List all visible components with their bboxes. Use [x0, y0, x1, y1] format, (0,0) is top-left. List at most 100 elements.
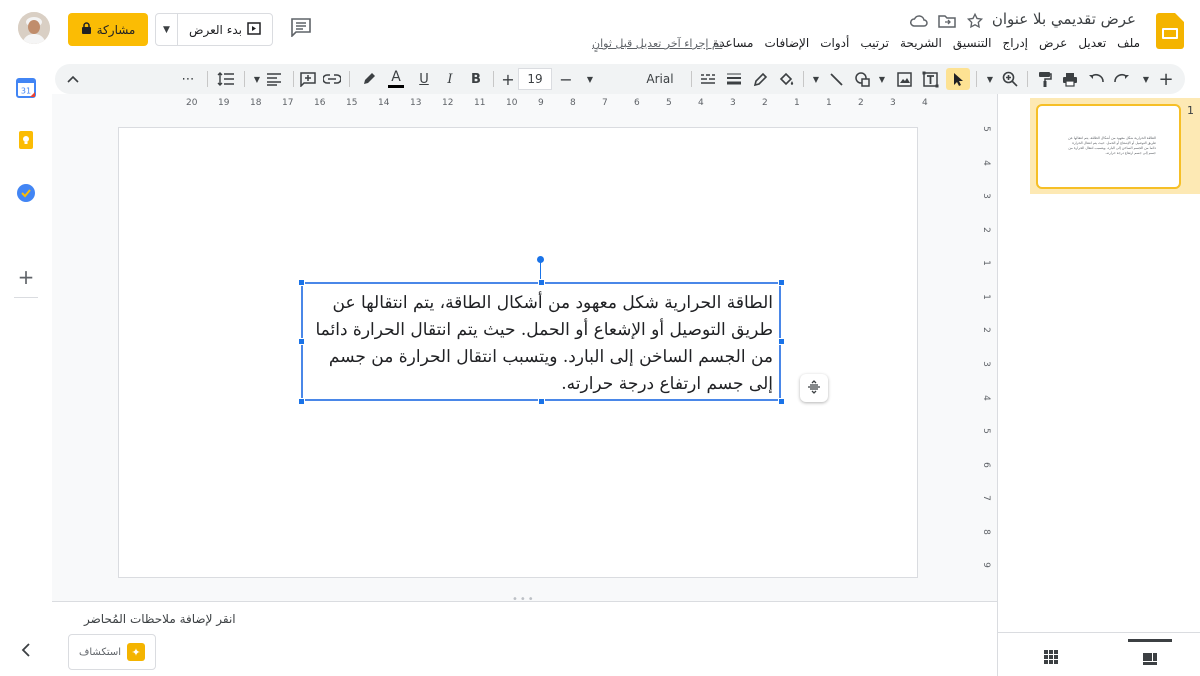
cloud-status-icon[interactable] — [909, 11, 929, 31]
text-color-icon[interactable]: A — [385, 68, 407, 90]
collapse-panel-icon[interactable] — [16, 642, 36, 662]
new-slide-dropdown-icon[interactable]: ▼ — [1139, 68, 1153, 90]
bold-icon[interactable]: B — [465, 68, 487, 90]
border-color-icon[interactable] — [749, 68, 771, 90]
resize-handle-top[interactable] — [538, 279, 545, 286]
autofit-icon — [807, 379, 821, 398]
italic-icon[interactable]: I — [439, 68, 461, 90]
ruler-tick-label: 6 — [634, 98, 640, 108]
resize-handle-top-left[interactable] — [298, 279, 305, 286]
comments-icon[interactable] — [290, 17, 314, 39]
text-box[interactable]: الطاقة الحرارية شكل معهود من أشكال الطاق… — [301, 282, 781, 401]
ruler-tick-label: 14 — [378, 98, 390, 108]
align-dropdown-icon[interactable]: ▼ — [250, 68, 264, 90]
speaker-notes[interactable]: انقر لإضافة ملاحظات المُحاضر استكشاف ✦ — [52, 602, 997, 676]
new-slide-icon[interactable]: + — [1155, 68, 1177, 90]
line-icon[interactable] — [825, 68, 847, 90]
rotation-handle[interactable] — [537, 256, 544, 263]
autofit-button[interactable] — [800, 374, 828, 402]
user-avatar[interactable] — [18, 12, 50, 44]
resize-handle-right[interactable] — [778, 338, 785, 345]
more-options-icon[interactable]: ⋯ — [177, 68, 199, 90]
horizontal-ruler[interactable]: 20 19 18 17 16 15 14 13 12 11 10 9 8 7 6 5 4 3 2 1 1 2 3 4 — [170, 96, 970, 112]
menu-slide[interactable]: الشريحة — [900, 36, 942, 50]
present-button[interactable]: بدء العرض — [178, 21, 272, 38]
zoom-dropdown-icon[interactable]: ▼ — [983, 68, 997, 90]
menu-insert[interactable]: إدراج — [1002, 36, 1028, 50]
font-family-select[interactable]: Arial — [635, 68, 685, 90]
resize-handle-left[interactable] — [298, 338, 305, 345]
underline-icon[interactable]: U — [413, 68, 435, 90]
ruler-tick-label: 5 — [666, 98, 672, 108]
menu-edit[interactable]: تعديل — [1078, 36, 1106, 50]
menu-file[interactable]: ملف — [1117, 36, 1140, 50]
menu-addons[interactable]: الإضافات — [764, 36, 809, 50]
border-dash-icon[interactable] — [697, 68, 719, 90]
redo-icon[interactable] — [1111, 68, 1133, 90]
calendar-icon[interactable]: 31 — [16, 78, 36, 98]
toolbar-divider — [293, 71, 294, 87]
decrease-font-size-icon[interactable]: − — [555, 68, 577, 90]
line-dropdown-icon[interactable]: ▼ — [809, 68, 823, 90]
keep-icon[interactable] — [16, 130, 36, 150]
slide-thumbnail[interactable]: الطاقة الحرارية شكل معهود من أشكال الطاق… — [1036, 104, 1181, 189]
slides-logo-icon[interactable] — [1156, 13, 1184, 49]
align-icon[interactable] — [263, 68, 285, 90]
last-edit-link[interactable]: تم إجراء آخر تعديل قبل ثوانٍ — [592, 37, 722, 50]
slide-canvas[interactable]: الطاقة الحرارية شكل معهود من أشكال الطاق… — [118, 127, 918, 578]
share-label: مشاركة — [96, 22, 136, 37]
image-dropdown-icon[interactable]: ▼ — [875, 68, 889, 90]
toolbar: ⋯ ▼ A U I B + 19 − ▼ Arial ▼ ▼ ▼ ▼ + — [55, 64, 1185, 94]
menu-arrange[interactable]: ترتيب — [860, 36, 889, 50]
ruler-tick-label: 1 — [794, 98, 800, 108]
text-box-content[interactable]: الطاقة الحرارية شكل معهود من أشكال الطاق… — [305, 290, 774, 398]
star-icon[interactable] — [965, 11, 985, 31]
present-label: بدء العرض — [188, 22, 242, 37]
explore-label: استكشاف — [78, 646, 122, 658]
text-box-icon[interactable] — [919, 68, 941, 90]
filmstrip-item-selected[interactable]: الطاقة الحرارية شكل معهود من أشكال الطاق… — [1030, 98, 1200, 194]
increase-font-size-icon[interactable]: + — [497, 68, 519, 90]
grid-view-icon[interactable] — [1044, 649, 1058, 664]
toolbar-divider — [349, 71, 350, 87]
ruler-tick-label: 16 — [314, 98, 326, 108]
undo-icon[interactable] — [1085, 68, 1107, 90]
fill-color-icon[interactable] — [775, 68, 797, 90]
resize-handle-top-right[interactable] — [778, 279, 785, 286]
tasks-icon[interactable] — [16, 183, 36, 203]
link-icon[interactable] — [321, 68, 343, 90]
highlight-pen-icon[interactable] — [357, 68, 379, 90]
image-icon[interactable] — [893, 68, 915, 90]
select-cursor-icon[interactable] — [946, 68, 970, 90]
shape-icon[interactable] — [851, 68, 873, 90]
border-weight-icon[interactable] — [723, 68, 745, 90]
explore-button[interactable]: استكشاف ✦ — [68, 634, 156, 670]
menu-view[interactable]: عرض — [1039, 36, 1067, 50]
speaker-notes-placeholder[interactable]: انقر لإضافة ملاحظات المُحاضر — [84, 612, 236, 626]
filmstrip-view-icon[interactable] — [1128, 639, 1172, 675]
print-icon[interactable] — [1059, 68, 1081, 90]
document-title[interactable]: عرض تقديمي بلا عنوان — [992, 10, 1136, 28]
present-options-dropdown[interactable]: ▼ — [156, 14, 178, 45]
share-button[interactable]: مشاركة — [68, 13, 148, 46]
toolbar-divider — [244, 71, 245, 87]
add-comment-icon[interactable] — [297, 68, 319, 90]
font-size-input[interactable]: 19 — [518, 68, 552, 90]
font-size-dropdown-icon[interactable]: ▼ — [583, 68, 597, 90]
menu-tools[interactable]: أدوات — [820, 36, 849, 50]
zoom-icon[interactable] — [999, 68, 1021, 90]
resize-handle-bottom-right[interactable] — [778, 398, 785, 405]
resize-handle-bottom[interactable] — [538, 398, 545, 405]
paint-format-icon[interactable] — [1033, 68, 1055, 90]
move-folder-icon[interactable] — [937, 11, 957, 31]
svg-text:31: 31 — [21, 87, 31, 96]
present-group: ▼ بدء العرض — [155, 13, 273, 46]
collapse-toolbar-icon[interactable] — [63, 68, 83, 90]
toolbar-divider — [493, 71, 494, 87]
menu-format[interactable]: التنسيق — [953, 36, 992, 50]
line-spacing-icon[interactable] — [215, 68, 237, 90]
add-addon-icon[interactable]: + — [16, 267, 36, 287]
view-switcher — [998, 632, 1200, 676]
vertical-ruler[interactable]: 5 4 3 2 1 1 2 3 4 5 6 7 8 9 — [980, 124, 994, 604]
resize-handle-bottom-left[interactable] — [298, 398, 305, 405]
